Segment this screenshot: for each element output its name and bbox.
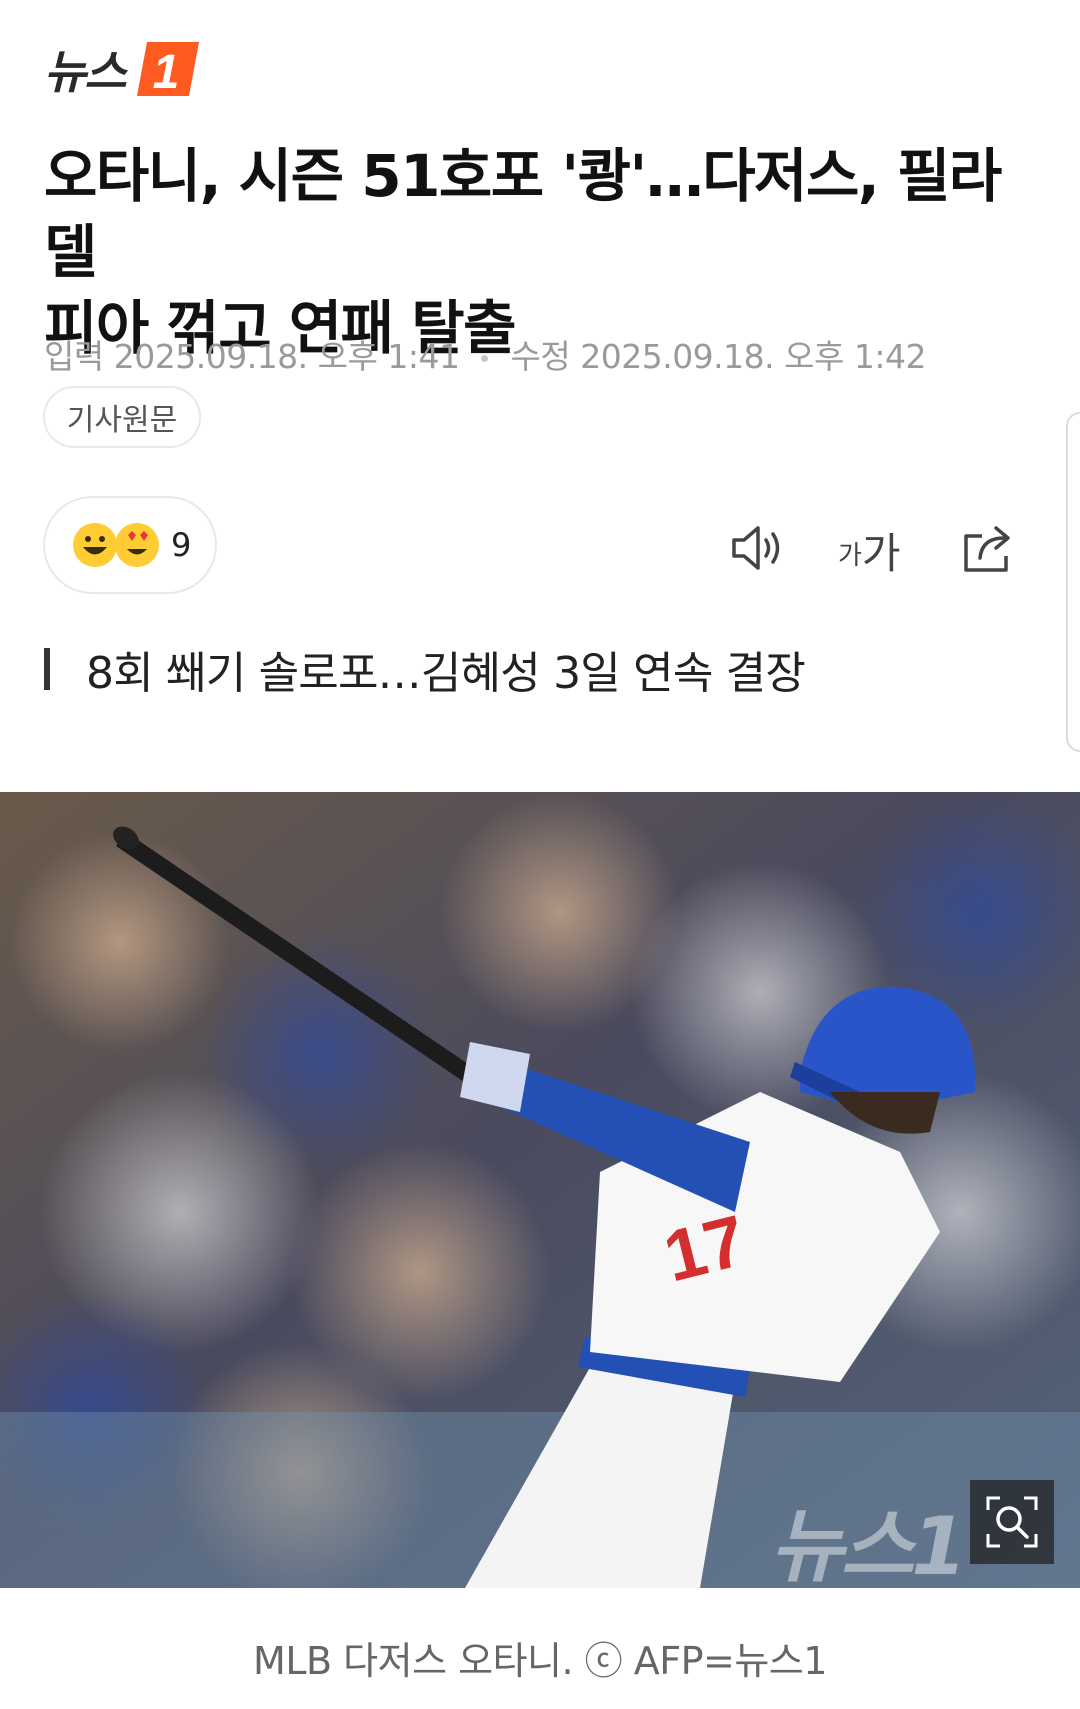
- published-label: 입력: [44, 337, 104, 376]
- article-subheading: 8회 쐐기 솔로포…김혜성 3일 연속 결장: [44, 637, 806, 701]
- modified-label: 수정: [510, 337, 571, 376]
- subheading-bar: [44, 648, 50, 690]
- photo-watermark: 뉴스1: [770, 1500, 967, 1588]
- share-icon[interactable]: [958, 518, 1018, 578]
- news1-logo[interactable]: 뉴스 1: [44, 38, 203, 100]
- smile-emoji-icon: [73, 523, 117, 567]
- font-size-large-label: 가: [861, 529, 901, 578]
- original-article-button[interactable]: 기사원문: [43, 386, 201, 448]
- logo-text: 뉴스: [44, 45, 127, 99]
- modified-date: 2025.09.18. 오후 1:42: [580, 337, 926, 376]
- photo-zoom-button[interactable]: [970, 1480, 1054, 1564]
- logo-mark-icon: 1: [136, 42, 199, 99]
- published-date: 2025.09.18. 오후 1:41: [113, 337, 460, 376]
- speaker-icon[interactable]: [728, 518, 788, 578]
- headline-line-1: 오타니, 시즌 51호포 '쾅'…다저스, 필라델: [44, 142, 1002, 286]
- side-scroll-tab[interactable]: [1066, 412, 1080, 752]
- article-photo[interactable]: 17 뉴스1: [0, 792, 1080, 1588]
- heart-eyes-emoji-icon: [115, 523, 159, 567]
- article-dates: 입력 2025.09.18. 오후 1:41 수정 2025.09.18. 오후…: [44, 330, 926, 378]
- photo-caption: MLB 다저스 오타니. ⓒ AFP=뉴스1: [253, 1639, 827, 1683]
- reaction-emoji-icons: [73, 523, 159, 567]
- logo-number: 1: [152, 46, 179, 99]
- date-separator: [481, 355, 489, 362]
- reaction-button[interactable]: 9: [43, 496, 217, 594]
- reaction-count: 9: [171, 526, 192, 564]
- subheading-text: 8회 쐐기 솔로포…김혜성 3일 연속 결장: [86, 648, 806, 699]
- font-size-small-label: 가: [838, 541, 862, 571]
- zoom-search-icon: [986, 1496, 1038, 1548]
- font-size-icon[interactable]: 가 가: [838, 518, 908, 578]
- photo-illustration: 17: [0, 792, 1080, 1588]
